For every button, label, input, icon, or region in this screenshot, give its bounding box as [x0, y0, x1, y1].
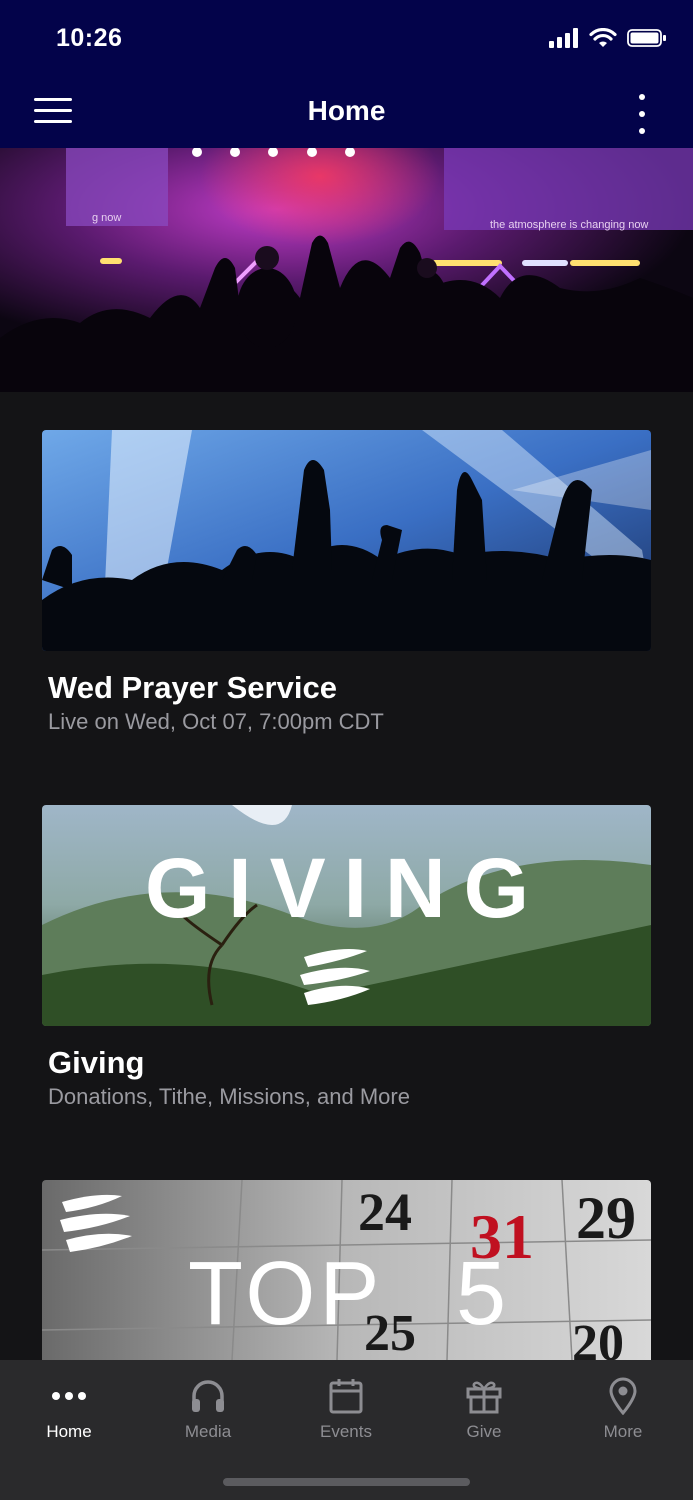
event-card-wed-prayer-service[interactable]: Wed Prayer Service Live on Wed, Oct 07, …: [42, 430, 651, 735]
top-5-card[interactable]: 24 31 29 25 20 TOP 5: [42, 1180, 651, 1360]
navigation-bar: Home: [0, 80, 693, 148]
calendar-number: 24: [358, 1182, 412, 1242]
calendar-icon: [286, 1374, 406, 1418]
tab-media[interactable]: Media: [148, 1374, 268, 1442]
more-options-icon[interactable]: [633, 94, 651, 134]
dots-icon: [9, 1374, 129, 1418]
hero-screen-left-text: g now: [92, 212, 121, 224]
status-icons: [549, 28, 667, 48]
status-time: 10:26: [56, 24, 123, 52]
tab-label: Home: [46, 1422, 92, 1441]
tab-label: Events: [320, 1422, 372, 1441]
signal-icon: [549, 28, 578, 48]
card-title: Wed Prayer Service: [48, 670, 337, 705]
tab-label: Media: [184, 1422, 232, 1441]
page-title: Home: [307, 95, 386, 126]
calendar-number: 20: [572, 1315, 624, 1360]
tab-give[interactable]: Give: [424, 1374, 544, 1442]
card-image-giving: GIVING: [42, 805, 651, 1026]
tab-home[interactable]: Home: [9, 1374, 129, 1442]
hero-screen-right-text: the atmosphere is changing now: [490, 219, 648, 231]
top-5-text-top: TOP: [188, 1244, 383, 1344]
card-image-worship-hands: [42, 430, 651, 651]
card-image-top-5: 24 31 29 25 20 TOP 5: [42, 1180, 651, 1360]
gift-icon: [424, 1374, 544, 1418]
hero-banner-image: g now the atmosphere is changing now: [0, 148, 693, 392]
card-subtitle: Donations, Tithe, Missions, and More: [48, 1084, 410, 1109]
giving-card[interactable]: GIVING Giving Donations, Tithe, Missions…: [42, 805, 651, 1110]
card-subtitle: Live on Wed, Oct 07, 7:00pm CDT: [48, 709, 384, 734]
location-pin-icon: [563, 1374, 683, 1418]
tab-events[interactable]: Events: [286, 1374, 406, 1442]
home-indicator: [223, 1478, 470, 1486]
giving-image-text: GIVING: [145, 841, 547, 935]
status-bar: 10:26: [0, 0, 693, 80]
card-title: Giving: [48, 1045, 145, 1080]
headphones-icon: [148, 1374, 268, 1418]
tab-label: Give: [466, 1422, 502, 1441]
top-5-text-number: 5: [456, 1244, 506, 1344]
tab-more[interactable]: More: [563, 1374, 683, 1442]
calendar-number: 29: [576, 1185, 636, 1251]
wifi-icon: [589, 28, 617, 47]
battery-icon: [627, 29, 666, 47]
tab-label: More: [603, 1422, 643, 1441]
